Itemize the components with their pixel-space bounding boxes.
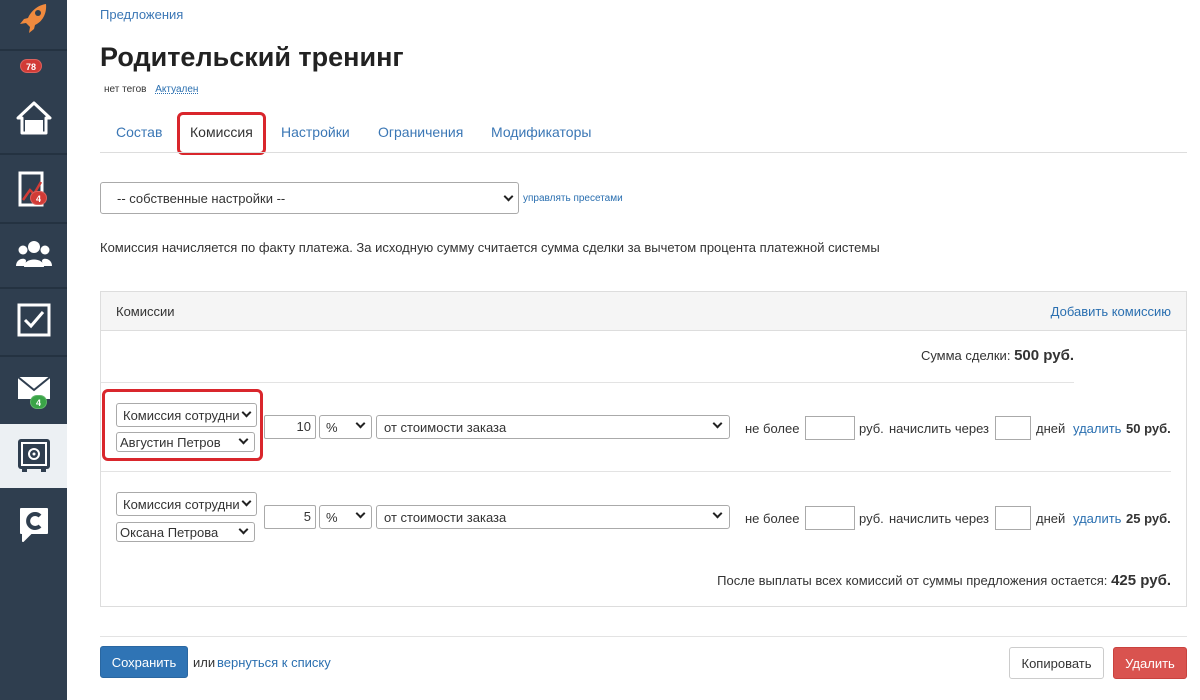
tab-modifiers[interactable]: Модификаторы <box>491 124 591 140</box>
commission-amount: 50 руб. <box>1126 421 1171 436</box>
commission-amount: 25 руб. <box>1126 511 1171 526</box>
sidebar-item-chat[interactable] <box>0 494 67 556</box>
tabs-bar: Состав Комиссия Настройки Ограничения Мо… <box>100 112 1187 153</box>
sidebar-item-logo[interactable] <box>0 0 67 38</box>
preset-select[interactable]: -- собственные настройки -- <box>100 182 519 214</box>
max-amount-input[interactable] <box>805 416 855 440</box>
panel-header: Комиссии Добавить комиссию <box>101 292 1186 331</box>
badge-count: 4 <box>30 395 48 409</box>
sidebar-item-users[interactable] <box>0 226 67 284</box>
tags-line: нет тегов Актуален <box>104 84 198 95</box>
commission-unit-select[interactable]: % <box>319 505 372 529</box>
delay-days-input[interactable] <box>995 416 1031 440</box>
sidebar-separator <box>0 355 67 357</box>
base-value: от стоимости заказа <box>384 420 507 435</box>
tab-settings[interactable]: Настройки <box>281 124 350 140</box>
divider <box>101 471 1171 472</box>
home-icon <box>15 100 53 139</box>
unit-value: % <box>326 420 338 435</box>
currency-label: руб. <box>859 511 884 526</box>
sidebar-item-finance[interactable] <box>0 424 67 488</box>
delete-commission-link[interactable]: удалить <box>1073 421 1121 436</box>
commission-unit-select[interactable]: % <box>319 415 372 439</box>
sidebar-separator <box>0 153 67 155</box>
manage-presets-link[interactable]: управлять пресетами <box>523 193 623 204</box>
sidebar-item-mail[interactable] <box>0 360 67 418</box>
commission-value-input[interactable]: 5 <box>264 505 316 529</box>
deal-sum-label: Сумма сделки: <box>920 348 1011 363</box>
currency-label: руб. <box>859 421 884 436</box>
sidebar-separator <box>0 49 67 51</box>
max-amount-input[interactable] <box>805 506 855 530</box>
divider <box>101 382 1074 383</box>
remaining-sum: После выплаты всех комиссий от суммы пре… <box>717 572 1171 589</box>
commission-type-select[interactable]: Комиссия сотрудни <box>116 403 257 427</box>
days-label: дней <box>1036 511 1066 526</box>
tab-composition[interactable]: Состав <box>116 124 162 140</box>
status-link[interactable]: Актуален <box>155 84 198 95</box>
commission-info: Комиссия начисляется по факту платежа. З… <box>100 240 880 255</box>
commissions-panel: Комиссии Добавить комиссию Сумма сделки:… <box>100 291 1187 607</box>
delete-button[interactable]: Удалить <box>1113 647 1187 679</box>
delete-commission-link[interactable]: удалить <box>1073 511 1121 526</box>
employee-value: Августин Петров <box>120 435 221 450</box>
deal-sum-value: 500 руб. <box>1014 347 1074 364</box>
max-label: не более <box>745 421 800 436</box>
breadcrumb[interactable]: Предложения <box>100 7 183 22</box>
page-title: Родительский тренинг <box>100 42 404 72</box>
delay-label: начислить через <box>889 511 989 526</box>
add-commission-link[interactable]: Добавить комиссию <box>1051 304 1171 319</box>
commission-base-select[interactable]: от стоимости заказа <box>376 415 730 439</box>
sidebar-item-tasks[interactable] <box>0 292 67 350</box>
max-label: не более <box>745 511 800 526</box>
footer-divider <box>100 636 1187 637</box>
commission-type-value: Комиссия сотрудни <box>123 408 240 423</box>
tab-commission[interactable]: Комиссия <box>190 124 253 140</box>
days-label: дней <box>1036 421 1066 436</box>
sidebar-separator <box>0 222 67 224</box>
checkbox-icon <box>17 303 51 340</box>
employee-select[interactable]: Августин Петров <box>116 432 255 452</box>
delay-days-input[interactable] <box>995 506 1031 530</box>
panel-title: Комиссии <box>116 304 175 319</box>
remaining-label: После выплаты всех комиссий от суммы пре… <box>717 573 1108 588</box>
commission-base-select[interactable]: от стоимости заказа <box>376 505 730 529</box>
or-label: или <box>193 655 216 670</box>
sidebar-separator <box>0 287 67 289</box>
preset-select-value: -- собственные настройки -- <box>117 191 286 206</box>
chat-c-icon <box>17 505 51 546</box>
employee-select[interactable]: Оксана Петрова <box>116 522 255 542</box>
employee-value: Оксана Петрова <box>120 525 219 540</box>
rocket-icon <box>16 2 52 37</box>
unit-value: % <box>326 510 338 525</box>
badge-count: 78 <box>20 59 43 73</box>
sidebar-item-home[interactable] <box>0 90 67 148</box>
delay-label: начислить через <box>889 421 989 436</box>
deal-sum: Сумма сделки: 500 руб. <box>921 347 1074 364</box>
save-button[interactable]: Сохранить <box>100 646 188 678</box>
remaining-value: 425 руб. <box>1111 572 1171 589</box>
copy-button[interactable]: Копировать <box>1009 647 1104 679</box>
back-to-list-link[interactable]: вернуться к списку <box>217 655 331 670</box>
users-icon <box>15 239 52 272</box>
no-tags-label: нет тегов <box>104 84 147 95</box>
commission-type-value: Комиссия сотрудни <box>123 497 240 512</box>
safe-icon <box>16 437 52 476</box>
commission-value-input[interactable]: 10 <box>264 415 316 439</box>
base-value: от стоимости заказа <box>384 510 507 525</box>
sidebar: 78 4 4 <box>0 0 67 700</box>
badge-count: 4 <box>30 191 48 205</box>
tab-restrictions[interactable]: Ограничения <box>378 124 463 140</box>
commission-type-select[interactable]: Комиссия сотрудни <box>116 492 257 516</box>
